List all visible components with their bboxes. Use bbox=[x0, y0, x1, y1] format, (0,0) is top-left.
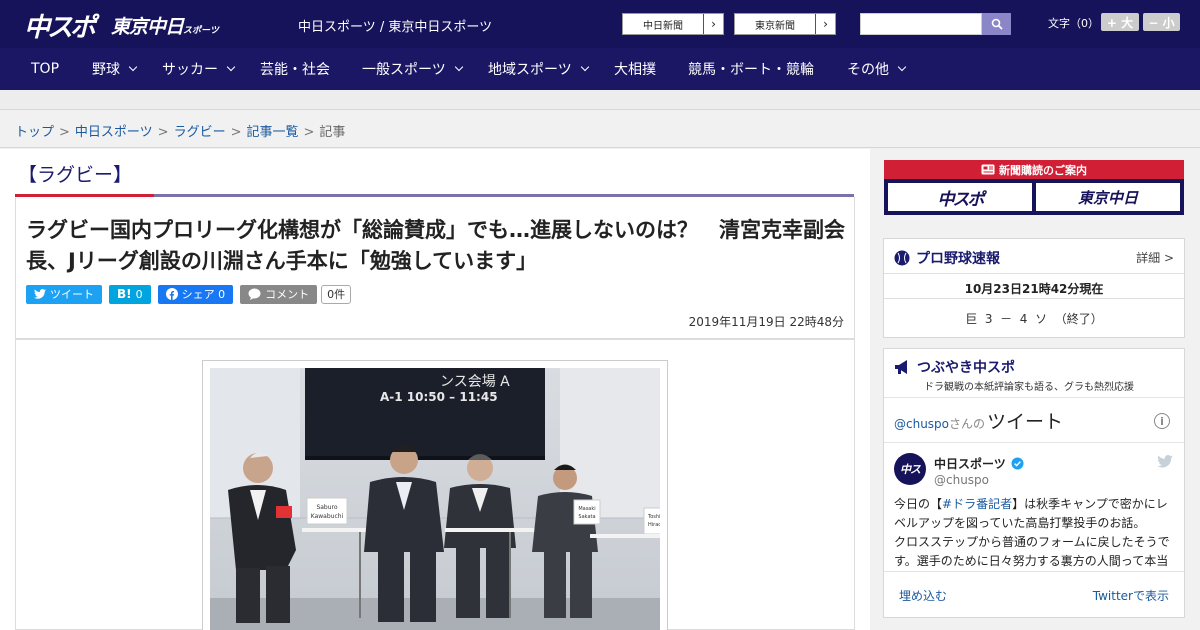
header-spacer bbox=[0, 90, 1200, 110]
tokyo-shimbun-link[interactable]: 東京新聞 › bbox=[734, 13, 836, 35]
article-category: 【ラグビー】 bbox=[18, 164, 133, 186]
svg-text:Kawabuchi: Kawabuchi bbox=[311, 513, 344, 520]
chunichi-shimbun-link[interactable]: 中日新聞 › bbox=[622, 13, 724, 35]
baseball-game-score[interactable]: 巨 3 － 4 ソ （終了） bbox=[884, 310, 1184, 327]
baseball-updated-time: 10月23日21時42分現在 bbox=[964, 282, 1104, 296]
breadcrumb-chunichi-sports[interactable]: 中日スポーツ bbox=[75, 125, 153, 140]
comment-button[interactable]: コメント bbox=[240, 284, 318, 304]
newspaper-icon bbox=[981, 164, 995, 175]
search-input[interactable] bbox=[860, 13, 982, 35]
chuspo-logo[interactable]: 中スポ bbox=[24, 7, 96, 44]
site-names-link[interactable]: 中日スポーツ / 東京中日スポーツ bbox=[298, 16, 492, 35]
breadcrumb-bar: トップ > 中日スポーツ > ラグビー > 記事一覧 > 記事 bbox=[0, 111, 1200, 148]
twitter-widget: つぶやき中スポ ドラ観戦の本紙評論家も語る、グラも熱烈応援 @chuspo さん… bbox=[883, 348, 1185, 618]
chevron-right-icon: › bbox=[815, 14, 835, 34]
view-on-twitter-link[interactable]: Twitterで表示 bbox=[1093, 587, 1169, 604]
nav-item-other[interactable]: その他 bbox=[847, 48, 907, 90]
main-nav: TOP 野球 サッカー 芸能・社会 一般スポーツ 地域スポーツ 大相撲 競馬・ボ… bbox=[0, 48, 1200, 90]
font-larger-button[interactable]: + 大 bbox=[1101, 13, 1139, 31]
tokyo-chunichi-subscribe-logo: 東京中日 bbox=[1036, 183, 1180, 211]
svg-text:Saburo: Saburo bbox=[316, 504, 337, 511]
search-icon bbox=[991, 18, 1003, 30]
breadcrumb: トップ > 中日スポーツ > ラグビー > 記事一覧 > 記事 bbox=[15, 125, 346, 140]
svg-text:Hirao: Hirao bbox=[648, 522, 660, 528]
nav-item-baseball[interactable]: 野球 bbox=[92, 48, 138, 90]
facebook-icon bbox=[165, 288, 178, 300]
breadcrumb-top[interactable]: トップ bbox=[15, 125, 54, 140]
share-buttons: ツイート B! 0 シェア 0 コメント 0件 bbox=[26, 284, 352, 304]
baseball-detail-link[interactable]: 詳細 > bbox=[1136, 249, 1174, 266]
facebook-share-button[interactable]: シェア 0 bbox=[157, 284, 234, 304]
speech-bubble-icon bbox=[248, 288, 261, 300]
chevron-down-icon bbox=[226, 62, 236, 72]
top-header: 中スポ 東京中日スポーツ 中日スポーツ / 東京中日スポーツ 中日新聞 › 東京… bbox=[0, 0, 1200, 48]
font-smaller-button[interactable]: − 小 bbox=[1143, 13, 1180, 31]
twitter-widget-title: つぶやき中スポ bbox=[917, 360, 1015, 376]
breadcrumb-rugby[interactable]: ラグビー bbox=[174, 125, 226, 140]
chevron-down-icon bbox=[128, 62, 138, 72]
verified-badge-icon bbox=[1011, 457, 1024, 470]
screen-text: ンス会場 A bbox=[440, 374, 510, 390]
tweet-user-handle[interactable]: @chuspo bbox=[934, 473, 989, 487]
svg-text:Sakata: Sakata bbox=[578, 514, 595, 520]
breadcrumb-article-list[interactable]: 記事一覧 bbox=[247, 125, 299, 140]
svg-text:Toshi: Toshi bbox=[647, 514, 660, 520]
hatena-icon: B! bbox=[117, 287, 132, 301]
tweet-user-name[interactable]: 中日スポーツ bbox=[934, 455, 1006, 472]
hatena-bookmark-button[interactable]: B! 0 bbox=[109, 284, 151, 304]
tokyo-chunichi-logo[interactable]: 東京中日スポーツ bbox=[111, 12, 219, 39]
baseball-score-widget: プロ野球速報 詳細 > 10月23日21時42分現在 巨 3 － 4 ソ （終了… bbox=[883, 238, 1185, 338]
hashtag-link[interactable]: #ドラ番記者 bbox=[942, 497, 1012, 511]
search-button[interactable] bbox=[982, 13, 1011, 35]
tweet-button[interactable]: ツイート bbox=[26, 284, 102, 304]
nav-item-racing[interactable]: 競馬・ボート・競輪 bbox=[688, 48, 814, 90]
twitter-bird-icon[interactable] bbox=[1157, 455, 1173, 468]
chevron-down-icon bbox=[897, 62, 907, 72]
megaphone-icon bbox=[895, 360, 907, 374]
timeline-handle-link[interactable]: @chuspo bbox=[894, 417, 949, 431]
baseball-icon bbox=[894, 250, 910, 266]
chuspo-subscribe-logo: 中スポ bbox=[888, 183, 1032, 211]
nav-item-top[interactable]: TOP bbox=[31, 48, 59, 90]
chevron-right-icon: › bbox=[703, 14, 723, 34]
nav-item-entertainment[interactable]: 芸能・社会 bbox=[260, 48, 330, 90]
nav-item-regional-sports[interactable]: 地域スポーツ bbox=[488, 48, 589, 90]
publish-date: 2019年11月19日 22時48分 bbox=[688, 315, 844, 329]
embed-link[interactable]: 埋め込む bbox=[899, 587, 947, 604]
article-photo[interactable]: ンス会場 A A-1 10:50 – 11:45 Saburo Kawabuch… bbox=[210, 368, 660, 630]
subscription-banner[interactable]: 新聞購読のご案内 中スポ 東京中日 bbox=[884, 160, 1184, 215]
comment-count: 0件 bbox=[321, 284, 352, 304]
photo-frame: ンス会場 A A-1 10:50 – 11:45 Saburo Kawabuch… bbox=[202, 360, 668, 630]
article-photo-area: ンス会場 A A-1 10:50 – 11:45 Saburo Kawabuch… bbox=[15, 339, 855, 630]
avatar[interactable]: 中ス bbox=[894, 453, 926, 485]
nav-item-sumo[interactable]: 大相撲 bbox=[614, 48, 656, 90]
screen-time-text: A-1 10:50 – 11:45 bbox=[380, 390, 498, 404]
panel-discussion-photo: ンス会場 A A-1 10:50 – 11:45 Saburo Kawabuch… bbox=[210, 368, 660, 630]
twitter-bird-icon bbox=[34, 289, 46, 299]
nav-item-soccer[interactable]: サッカー bbox=[162, 48, 236, 90]
chevron-down-icon bbox=[454, 62, 463, 72]
font-size-label: 文字（0） bbox=[1048, 17, 1099, 30]
article-title: ラグビー国内プロリーグ化構想が「総論賛成」でも…進展しないのは？ 清宮克幸副会長… bbox=[26, 218, 845, 273]
svg-text:Masaki: Masaki bbox=[578, 506, 595, 512]
chevron-down-icon bbox=[580, 62, 589, 72]
timeline-header: @chuspo さんの ツイート bbox=[894, 411, 1064, 433]
twitter-widget-subtitle: ドラ観戦の本紙評論家も語る、グラも熱烈応援 bbox=[924, 382, 1134, 393]
main-content: 【ラグビー】 ラグビー国内プロリーグ化構想が「総論賛成」でも…進展しないのは？ … bbox=[0, 149, 870, 630]
baseball-widget-title: プロ野球速報 bbox=[916, 251, 1000, 267]
breadcrumb-current: 記事 bbox=[319, 125, 346, 140]
info-icon[interactable]: i bbox=[1154, 413, 1170, 429]
article-header: ラグビー国内プロリーグ化構想が「総論賛成」でも…進展しないのは？ 清宮克幸副会長… bbox=[15, 197, 855, 339]
tweet-text: 今日の【#ドラ番記者】は秋季キャンプで密かにレ ベルアップを図っていた高島打撃投… bbox=[894, 497, 1170, 568]
nav-item-general-sports[interactable]: 一般スポーツ bbox=[362, 48, 463, 90]
subscription-banner-title: 新聞購読のご案内 bbox=[884, 160, 1184, 179]
